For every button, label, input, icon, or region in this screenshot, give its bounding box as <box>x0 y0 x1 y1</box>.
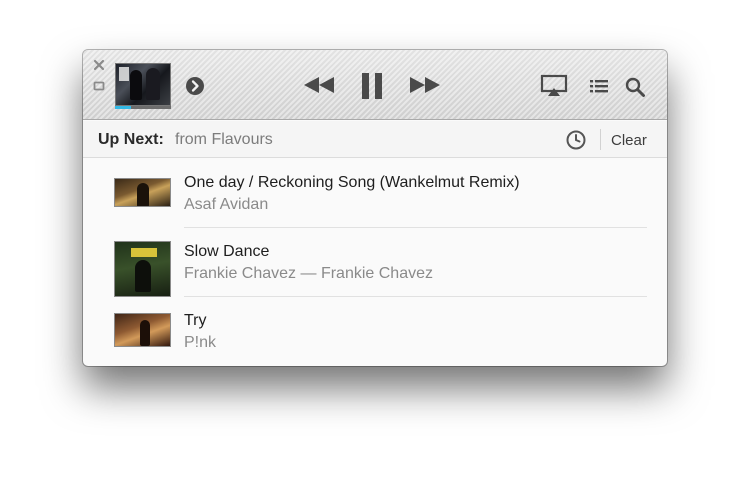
list-icon[interactable] <box>589 78 609 94</box>
track-title: Slow Dance <box>184 243 270 260</box>
close-icon[interactable] <box>92 58 106 72</box>
track-title: One day / Reckoning Song (Wankelmut Remi… <box>184 174 520 191</box>
arrow-right-icon[interactable] <box>185 76 205 96</box>
search-icon[interactable] <box>624 76 646 98</box>
track-row[interactable]: Try P!nk <box>83 296 667 365</box>
track-artwork <box>114 241 171 297</box>
mini-player-toolbar <box>83 50 667 120</box>
rewind-icon[interactable] <box>302 74 336 96</box>
progress-bar[interactable] <box>115 106 171 109</box>
pause-icon[interactable] <box>358 72 386 100</box>
track-title: Try <box>184 312 207 329</box>
mini-player-icon[interactable] <box>92 79 106 93</box>
artwork-figure <box>130 70 142 100</box>
airplay-icon[interactable] <box>540 74 568 98</box>
track-row[interactable]: Slow Dance Frankie Chavez — Frankie Chav… <box>83 227 667 297</box>
clear-button[interactable]: Clear <box>611 132 647 149</box>
fast-forward-icon[interactable] <box>408 74 442 96</box>
track-artist: P!nk <box>184 334 217 351</box>
track-artwork <box>114 313 171 347</box>
up-next-title: Up Next: <box>98 131 164 148</box>
artwork-highlight <box>119 67 129 81</box>
artwork-figure <box>146 68 160 100</box>
clock-icon[interactable] <box>565 129 587 151</box>
header-divider <box>600 129 601 150</box>
mini-player-window: Up Next: from Flavours Clear One day / R… <box>83 50 667 366</box>
album-artwork[interactable] <box>115 63 171 106</box>
up-next-source: from Flavours <box>175 131 273 148</box>
track-artist: Asaf Avidan <box>184 196 269 213</box>
up-next-header: Up Next: from Flavours Clear <box>83 121 667 158</box>
track-artist: Frankie Chavez — Frankie Chavez <box>184 265 433 282</box>
progress-fill <box>115 106 131 109</box>
track-row[interactable]: One day / Reckoning Song (Wankelmut Remi… <box>83 158 667 227</box>
track-artwork <box>114 178 171 207</box>
